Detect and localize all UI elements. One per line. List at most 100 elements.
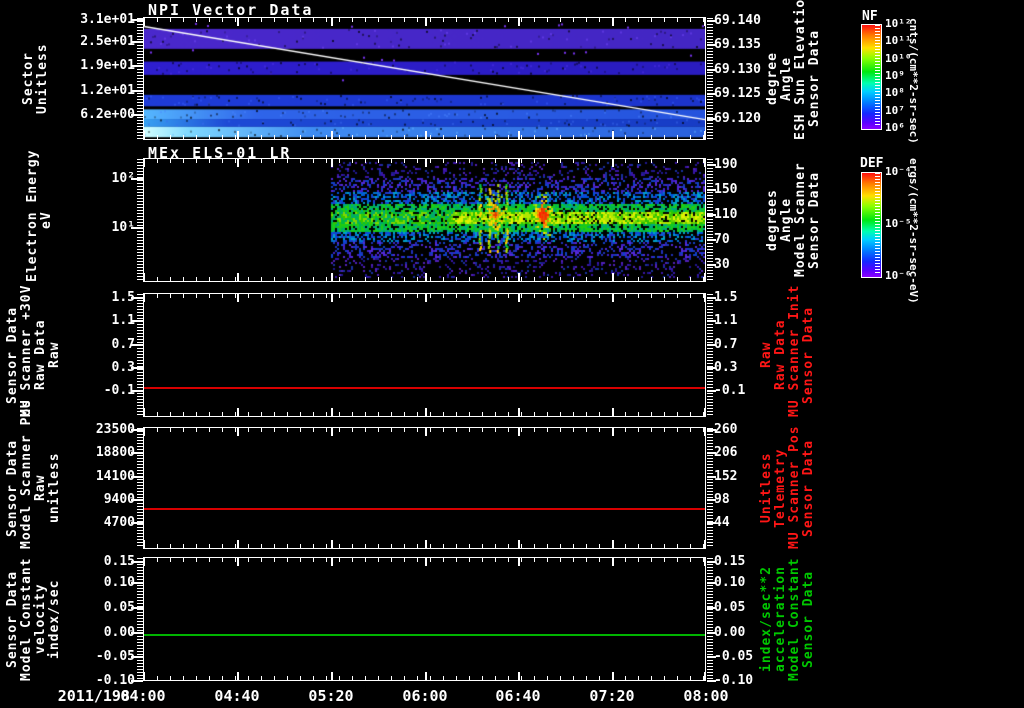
- axis-title-line: Electron Energy: [25, 149, 40, 282]
- x-tick-major: [331, 558, 333, 566]
- y-tick-label-left: 1.2e+01: [80, 83, 135, 98]
- y-tick-label-left: 18800: [95, 445, 135, 460]
- colorbar-tick-label: 10⁻⁵: [885, 217, 912, 230]
- axis-title-line: Sensor Data: [801, 439, 816, 537]
- x-tick-major: [612, 428, 614, 436]
- time-tick-label: 05:20: [308, 687, 354, 705]
- y-tick-label-left: 3.1e+01: [80, 12, 135, 27]
- y-tick-major-right: [707, 680, 716, 682]
- x-tick-major: [518, 540, 520, 548]
- y-tick-major-left: [131, 680, 143, 682]
- x-tick-major: [425, 159, 427, 167]
- x-tick-major: [237, 294, 239, 302]
- axis-title-line: Sensor Data: [801, 570, 816, 668]
- x-tick-major: [518, 273, 520, 281]
- colorbar-minor-ticks: [875, 173, 880, 275]
- els-spectrogram-canvas: [144, 159, 705, 281]
- axis-title-line: Sensor Data: [807, 171, 822, 269]
- y-tick-label-right: 30: [714, 257, 730, 272]
- x-tick-major: [704, 540, 706, 548]
- time-tick-label: 04:00: [120, 687, 166, 705]
- y-axis-minor-ticks: [137, 558, 143, 680]
- panel-npi-spectrogram: [143, 17, 706, 140]
- x-tick-major: [143, 672, 145, 680]
- y-tick-label-right: 1.1: [714, 313, 738, 328]
- x-tick-major: [612, 159, 614, 167]
- time-tick-label: 06:00: [402, 687, 448, 705]
- time-tick-label: 08:00: [683, 687, 729, 705]
- x-tick-major: [143, 131, 145, 139]
- y-axis-minor-ticks: [707, 428, 713, 548]
- series-line: [144, 508, 705, 510]
- x-tick-major: [331, 273, 333, 281]
- x-tick-major: [612, 294, 614, 302]
- y-axis-minor-ticks: [707, 294, 713, 416]
- x-tick-major: [143, 558, 145, 566]
- panel-els-spectrogram: [143, 158, 706, 282]
- y-tick-label-left: 23500: [95, 422, 135, 437]
- x-tick-major: [518, 159, 520, 167]
- x-tick-major: [425, 408, 427, 416]
- y-tick-label-right: 206: [714, 445, 738, 460]
- y-tick-label-left: 10²: [111, 171, 135, 186]
- y-tick-label-left: -0.10: [95, 673, 135, 688]
- y-tick-label-right: 69.125: [714, 86, 761, 101]
- y-tick-label-right: 69.140: [714, 13, 761, 28]
- y-axis-minor-ticks: [707, 18, 713, 139]
- x-tick-major: [331, 428, 333, 436]
- x-tick-major: [237, 159, 239, 167]
- y-tick-label-left: 0.10: [103, 575, 135, 590]
- x-tick-major: [612, 18, 614, 26]
- x-tick-major: [143, 273, 145, 281]
- y-tick-label-right: 190: [714, 157, 738, 172]
- y-tick-label-right: 69.120: [714, 111, 761, 126]
- y-tick-label-left: 0.15: [103, 554, 135, 569]
- y-tick-label-right: 44: [714, 515, 730, 530]
- panel-scanner-pos: [143, 427, 706, 549]
- x-tick-major: [425, 672, 427, 680]
- x-tick-major: [425, 18, 427, 26]
- y-tick-label-right: 69.135: [714, 37, 761, 52]
- y-tick-label-left: 2.5e+01: [80, 34, 135, 49]
- x-tick-major: [518, 294, 520, 302]
- x-tick-major: [237, 18, 239, 26]
- y-tick-label-right: 0.7: [714, 337, 738, 352]
- x-tick-major: [425, 294, 427, 302]
- x-tick-major: [143, 408, 145, 416]
- x-tick-major: [518, 558, 520, 566]
- axis-title-line: ESH Sun Elevation: [793, 0, 808, 140]
- x-tick-major: [331, 18, 333, 26]
- y-tick-label-left: 9400: [103, 492, 135, 507]
- y-tick-label-right: 152: [714, 469, 738, 484]
- x-tick-major: [704, 273, 706, 281]
- y-tick-label-right: -0.1: [714, 383, 746, 398]
- x-tick-major: [612, 558, 614, 566]
- x-tick-major: [612, 273, 614, 281]
- x-tick-major: [237, 273, 239, 281]
- x-tick-major: [704, 558, 706, 566]
- y-tick-label-right: 150: [714, 182, 738, 197]
- x-tick-major: [704, 18, 706, 26]
- x-tick-major: [425, 558, 427, 566]
- axis-title-line: Sector: [21, 52, 36, 105]
- y-axis-minor-ticks: [137, 18, 143, 139]
- axis-title-line: Raw Data: [773, 319, 788, 391]
- x-tick-major: [704, 131, 706, 139]
- panel-model-constant: [143, 557, 706, 681]
- x-tick-major: [425, 131, 427, 139]
- x-tick-major: [143, 294, 145, 302]
- def-colorbar-title: DEF: [860, 156, 884, 171]
- x-tick-major: [704, 672, 706, 680]
- y-tick-label-left: 4700: [103, 515, 135, 530]
- y-tick-label-left: -0.05: [95, 649, 135, 664]
- axis-title-line: Sensor Data: [5, 306, 20, 404]
- p3-right-axis-title: Sensor Data MU Scanner Init Raw Data Raw: [754, 284, 816, 417]
- y-tick-label-left: 1.9e+01: [80, 58, 135, 73]
- y-tick-label-right: 0.3: [714, 360, 738, 375]
- x-tick-major: [425, 540, 427, 548]
- time-tick-label: 07:20: [589, 687, 635, 705]
- x-tick-major: [237, 131, 239, 139]
- x-tick-major: [612, 131, 614, 139]
- series-line: [144, 634, 705, 636]
- axis-title-line: MU Scanner Init: [787, 284, 802, 417]
